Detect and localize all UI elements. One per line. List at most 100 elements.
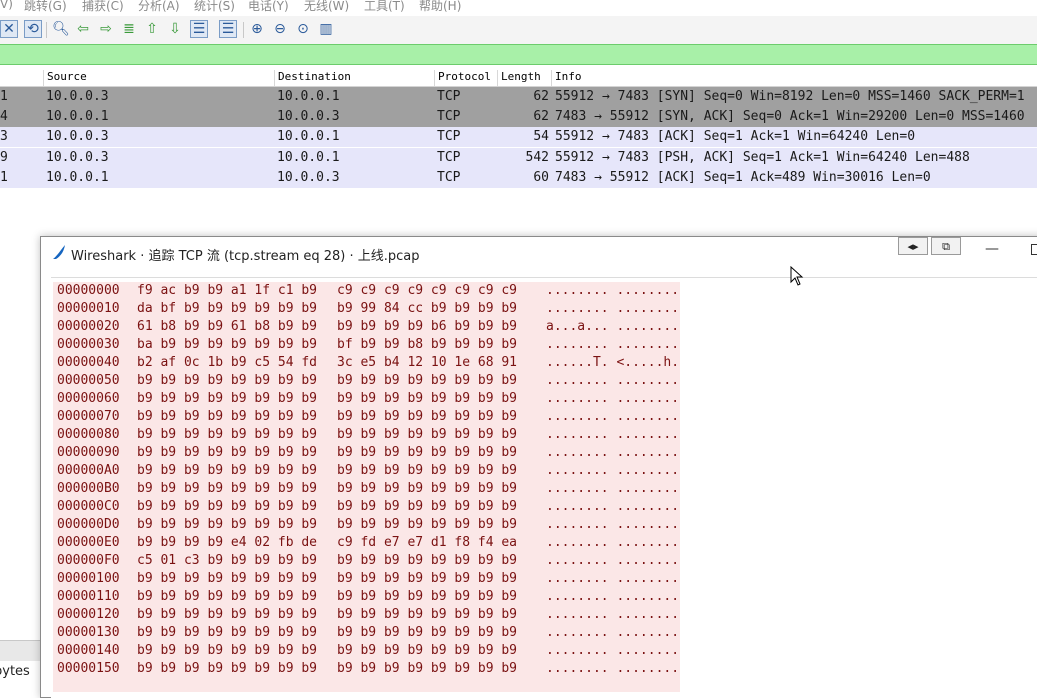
hex-ascii: ........ ........ [546, 535, 680, 550]
find-icon[interactable]: 🔍︎ [52, 20, 70, 38]
hex-row: 000000D0 b9 b9 b9 b9 b9 b9 b9 b9 b9 b9 b9 … [53, 516, 680, 534]
hex-offset: 00000150 [57, 661, 120, 676]
menu-item-capture[interactable]: 捕获(C) [82, 0, 124, 14]
hex-ascii: ........ ........ [546, 607, 680, 622]
hex-offset: 00000050 [57, 373, 120, 388]
menu-item-tools[interactable]: 工具(T) [364, 0, 405, 14]
go-first-icon[interactable]: ⇧ [143, 20, 161, 38]
go-to-packet-icon[interactable]: ≣ [120, 20, 138, 38]
menu-item-go[interactable]: 跳转(G) [24, 0, 67, 14]
hex-ascii: ........ ........ [546, 481, 680, 496]
packet-row[interactable]: 3 10.0.0.3 10.0.0.1 TCP 54 55912 → 7483 … [0, 127, 1037, 147]
display-filter-bar[interactable] [0, 44, 1037, 65]
hex-row: 00000010 da bf b9 b9 b9 b9 b9 b9 b9 99 84 … [53, 300, 680, 318]
packet-source: 10.0.0.3 [46, 89, 109, 104]
arrange-icon[interactable]: ◂▸ [898, 237, 928, 255]
hex-bytes-second: bf b9 b9 b8 b9 b9 b9 b9 [337, 337, 518, 352]
hex-row: 000000E0 b9 b9 b9 b9 e4 02 fb de c9 fd e7 … [53, 534, 680, 552]
hex-bytes-second: 3c e5 b4 12 10 1e 68 91 [337, 355, 518, 370]
hex-ascii: ........ ........ [546, 445, 680, 460]
hex-bytes-second: b9 b9 b9 b9 b9 b9 b9 b9 [337, 427, 518, 442]
packet-number: 1 [0, 170, 8, 185]
normal-size-icon[interactable]: ⊙ [294, 20, 312, 38]
hex-bytes-first: b9 b9 b9 b9 b9 b9 b9 b9 [137, 373, 318, 388]
hex-ascii: ........ ........ [546, 589, 680, 604]
hex-bytes-second: b9 b9 b9 b9 b9 b9 b9 b9 [337, 499, 518, 514]
minimize-icon[interactable]: — [985, 241, 999, 257]
column-header-destination[interactable]: Destination [274, 70, 434, 86]
packet-source: 10.0.0.1 [46, 170, 109, 185]
menu-item-statistics[interactable]: 统计(S) [194, 0, 235, 14]
reload-file-icon[interactable]: ⟲ [24, 20, 42, 38]
packet-number: 9 [0, 150, 8, 165]
packet-protocol: TCP [437, 89, 461, 104]
column-header-info[interactable]: Info [551, 70, 1035, 86]
hex-bytes-first: b9 b9 b9 b9 b9 b9 b9 b9 [137, 427, 318, 442]
hex-offset: 00000070 [57, 409, 120, 424]
hex-ascii: ........ ........ [546, 391, 680, 406]
packet-row[interactable]: 1 10.0.0.1 10.0.0.3 TCP 60 7483 → 55912 … [0, 168, 1037, 188]
packet-row[interactable]: 1 10.0.0.3 10.0.0.1 TCP 62 55912 → 7483 … [0, 87, 1037, 107]
menu-item-analyze[interactable]: 分析(A) [138, 0, 180, 14]
auto-scroll-icon[interactable]: ☰ [190, 20, 208, 38]
hex-offset: 000000A0 [57, 463, 120, 478]
hex-row: 000000C0 b9 b9 b9 b9 b9 b9 b9 b9 b9 b9 b9 … [53, 498, 680, 516]
hex-ascii: ........ ........ [546, 427, 680, 442]
hex-bytes-second: b9 b9 b9 b9 b9 b9 b9 b9 [337, 643, 518, 658]
hex-bytes-first: 61 b8 b9 b9 61 b8 b9 b9 [137, 319, 318, 334]
column-header-protocol[interactable]: Protocol [434, 70, 498, 86]
hex-dump: 00000000 f9 ac b9 b9 a1 1f c1 b9 c9 c9 c9 … [53, 282, 680, 692]
go-back-icon[interactable]: ⇦ [74, 20, 92, 38]
hex-ascii: ........ ........ [546, 337, 680, 352]
detach-icon[interactable]: ⧉ [931, 237, 961, 255]
colorize-icon[interactable]: ☰ [219, 20, 237, 38]
packet-destination: 10.0.0.3 [277, 109, 340, 124]
hex-ascii: ........ ........ [546, 373, 680, 388]
hex-bytes-first: da bf b9 b9 b9 b9 b9 b9 [137, 301, 318, 316]
column-header-source[interactable]: Source [43, 70, 275, 86]
packet-length: 54 [533, 129, 549, 144]
packet-info: 7483 → 55912 [SYN, ACK] Seq=0 Ack=1 Win=… [555, 109, 1025, 124]
hex-bytes-second: b9 b9 b9 b9 b6 b9 b9 b9 [337, 319, 518, 334]
packet-length: 62 [533, 109, 549, 124]
packet-length: 62 [533, 89, 549, 104]
maximize-icon[interactable] [1031, 244, 1037, 255]
packet-info: 55912 → 7483 [ACK] Seq=1 Ack=1 Win=64240… [555, 129, 916, 144]
column-header-length[interactable]: Length [497, 70, 551, 86]
hex-offset: 00000110 [57, 589, 120, 604]
go-last-icon[interactable]: ⇩ [166, 20, 184, 38]
stream-content[interactable]: 00000000 f9 ac b9 b9 a1 1f c1 b9 c9 c9 c9 … [51, 277, 1037, 698]
dialog-title-bar[interactable]: Wireshark · 追踪 TCP 流 (tcp.stream eq 28) … [41, 237, 1037, 267]
packet-row[interactable]: 9 10.0.0.3 10.0.0.1 TCP 542 55912 → 7483… [0, 148, 1037, 168]
hex-bytes-second: b9 b9 b9 b9 b9 b9 b9 b9 [337, 409, 518, 424]
hex-offset: 00000030 [57, 337, 120, 352]
hex-bytes-second: b9 b9 b9 b9 b9 b9 b9 b9 [337, 373, 518, 388]
hex-ascii: ......T. <.....h. [546, 355, 680, 370]
menu-item-telephony[interactable]: 电话(Y) [248, 0, 289, 14]
hex-bytes-first: b9 b9 b9 b9 b9 b9 b9 b9 [137, 643, 318, 658]
packet-source: 10.0.0.3 [46, 150, 109, 165]
hex-row: 000000B0 b9 b9 b9 b9 b9 b9 b9 b9 b9 b9 b9 … [53, 480, 680, 498]
hex-offset: 00000010 [57, 301, 120, 316]
zoom-out-icon[interactable]: ⊖ [271, 20, 289, 38]
hex-bytes-second: b9 b9 b9 b9 b9 b9 b9 b9 [337, 481, 518, 496]
close-capture-icon[interactable]: ✕ [0, 20, 18, 38]
packet-length: 60 [533, 170, 549, 185]
menu-item-wireless[interactable]: 无线(W) [304, 0, 349, 14]
packet-row[interactable]: 4 10.0.0.1 10.0.0.3 TCP 62 7483 → 55912 … [0, 107, 1037, 127]
menu-item-help[interactable]: 帮助(H) [419, 0, 461, 14]
hex-bytes-first: b9 b9 b9 b9 b9 b9 b9 b9 [137, 391, 318, 406]
hex-bytes-second: b9 b9 b9 b9 b9 b9 b9 b9 [337, 391, 518, 406]
hex-row: 00000150 b9 b9 b9 b9 b9 b9 b9 b9 b9 b9 b9 … [53, 660, 680, 678]
go-forward-icon[interactable]: ⇨ [97, 20, 115, 38]
hex-row: 00000110 b9 b9 b9 b9 b9 b9 b9 b9 b9 b9 b9 … [53, 588, 680, 606]
zoom-in-icon[interactable]: ⊕ [248, 20, 266, 38]
hex-row: 00000090 b9 b9 b9 b9 b9 b9 b9 b9 b9 b9 b9 … [53, 444, 680, 462]
resize-columns-icon[interactable]: ▥ [317, 20, 335, 38]
hex-ascii: ........ ........ [546, 301, 680, 316]
hex-offset: 00000020 [57, 319, 120, 334]
hex-offset: 000000E0 [57, 535, 120, 550]
menu-item-view[interactable]: V) [0, 0, 13, 11]
hex-bytes-first: ba b9 b9 b9 b9 b9 b9 b9 [137, 337, 318, 352]
packet-info: 55912 → 7483 [SYN] Seq=0 Win=8192 Len=0 … [555, 89, 1025, 104]
